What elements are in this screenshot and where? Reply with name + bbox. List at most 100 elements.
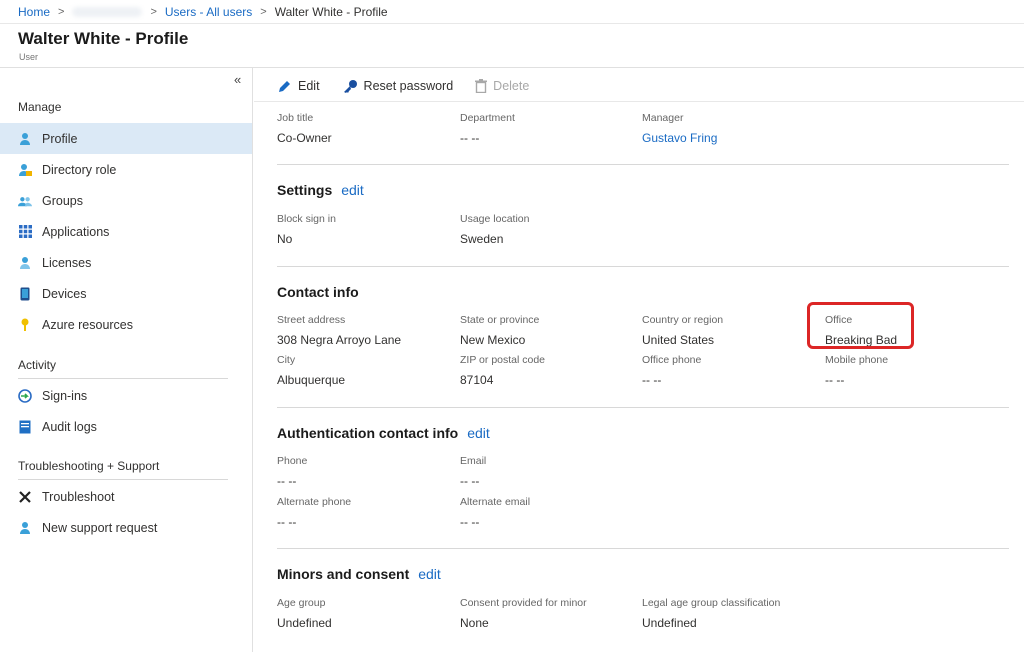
breadcrumb-home-link[interactable]: Home <box>18 5 50 19</box>
sidebar-item-devices[interactable]: Devices <box>0 278 252 309</box>
sidebar-item-audit-logs[interactable]: Audit logs <box>0 411 252 442</box>
support-icon <box>18 521 32 535</box>
edit-button-label: Edit <box>298 79 320 93</box>
auth-contact-heading: Authentication contact info edit <box>277 425 490 441</box>
sidebar-item-applications[interactable]: Applications <box>0 216 252 247</box>
field-value: -- -- <box>642 373 662 387</box>
field-label: Office phone <box>642 354 702 366</box>
state-field: State or province New Mexico <box>460 314 539 347</box>
field-label: Age group <box>277 597 326 609</box>
sidebar-item-troubleshoot[interactable]: Troubleshoot <box>0 481 252 512</box>
field-label: Alternate email <box>460 496 531 508</box>
manager-field: Manager Gustavo Fring <box>642 112 717 145</box>
command-bar-divider <box>254 101 1024 102</box>
sign-ins-icon <box>18 388 32 403</box>
delete-button-label: Delete <box>493 79 530 93</box>
field-label: State or province <box>460 314 540 326</box>
auth-edit-link[interactable]: edit <box>467 425 490 441</box>
chevron-right-icon: > <box>150 5 157 18</box>
groups-icon <box>18 194 32 208</box>
field-label: Manager <box>642 112 684 124</box>
field-label: Legal age group classification <box>642 597 781 609</box>
section-title: Authentication contact info <box>277 425 459 441</box>
block-sign-in-field: Block sign in No <box>277 213 336 246</box>
sidebar-item-azure-resources[interactable]: Azure resources <box>0 309 252 340</box>
section-divider <box>277 164 1009 165</box>
settings-edit-link[interactable]: edit <box>341 182 364 198</box>
sidebar-item-label: Applications <box>42 224 110 239</box>
field-label: Department <box>460 112 515 124</box>
manage-heading: Manage <box>18 100 62 114</box>
field-value: Undefined <box>642 616 697 630</box>
alternate-phone-field: Alternate phone -- -- <box>277 496 351 529</box>
field-label: Email <box>460 455 487 467</box>
sidebar-item-label: Profile <box>42 131 78 146</box>
sidebar-item-new-support-request[interactable]: New support request <box>0 512 252 543</box>
tools-icon <box>18 490 32 504</box>
sidebar-item-licenses[interactable]: Licenses <box>0 247 252 278</box>
field-value: -- -- <box>277 515 297 529</box>
collapse-sidebar-icon[interactable]: « <box>234 72 241 87</box>
field-value: 87104 <box>460 373 494 387</box>
field-label: Alternate phone <box>277 496 352 508</box>
field-label: ZIP or postal code <box>460 354 546 366</box>
field-value: United States <box>642 333 715 347</box>
sidebar-item-profile[interactable]: Profile <box>0 123 252 154</box>
apps-grid-icon <box>18 225 32 239</box>
zip-field: ZIP or postal code 87104 <box>460 354 545 387</box>
activity-heading: Activity <box>18 358 57 372</box>
field-value: Co-Owner <box>277 131 332 145</box>
edit-button[interactable]: Edit <box>277 79 320 94</box>
section-divider <box>18 378 228 379</box>
sidebar-item-label: Audit logs <box>42 419 97 434</box>
field-label: Street address <box>277 314 346 326</box>
field-label: Job title <box>277 112 314 124</box>
sidebar-item-label: Troubleshoot <box>42 489 115 504</box>
manager-link[interactable]: Gustavo Fring <box>642 131 717 145</box>
field-label: Consent provided for minor <box>460 597 587 609</box>
settings-heading: Settings edit <box>277 182 364 198</box>
field-value: New Mexico <box>460 333 526 347</box>
field-label: Phone <box>277 455 308 467</box>
breadcrumb-current: Walter White - Profile <box>274 4 388 19</box>
page-title: Walter White - Profile <box>18 29 189 48</box>
key-icon <box>343 79 357 93</box>
section-divider <box>18 479 228 480</box>
sidebar: « Manage Profile Directory role Groups A… <box>0 68 253 652</box>
page-subtitle: User <box>19 52 39 62</box>
alternate-email-field: Alternate email -- -- <box>460 496 530 529</box>
chevron-right-icon: > <box>260 5 267 18</box>
delete-button[interactable]: Delete <box>475 79 529 93</box>
department-field: Department -- -- <box>460 112 515 145</box>
key-icon <box>18 318 32 332</box>
support-heading: Troubleshooting + Support <box>18 459 160 473</box>
email-field: Email -- -- <box>460 455 486 488</box>
usage-location-field: Usage location Sweden <box>460 213 529 246</box>
reset-password-button[interactable]: Reset password <box>342 79 454 94</box>
field-value: Sweden <box>460 232 504 246</box>
field-value: -- -- <box>460 515 480 529</box>
sidebar-item-label: Sign-ins <box>42 388 88 403</box>
reset-password-label: Reset password <box>363 79 454 93</box>
field-value: 308 Negra Arroyo Lane <box>277 333 402 347</box>
minors-edit-link[interactable]: edit <box>418 566 441 582</box>
mobile-phone-field: Mobile phone -- -- <box>825 354 888 387</box>
field-value: -- -- <box>277 474 297 488</box>
contact-info-heading: Contact info <box>277 284 359 300</box>
user-icon <box>18 132 32 146</box>
field-value: Albuquerque <box>277 373 346 387</box>
breadcrumb-users-link[interactable]: Users - All users <box>165 5 252 19</box>
section-divider <box>277 407 1009 408</box>
phone-field: Phone -- -- <box>277 455 307 488</box>
section-divider <box>277 548 1009 549</box>
sidebar-item-directory-role[interactable]: Directory role <box>0 154 252 185</box>
section-title: Minors and consent <box>277 566 410 582</box>
redacted-breadcrumb-item <box>72 6 143 17</box>
sidebar-item-label: New support request <box>42 520 158 535</box>
field-value: None <box>460 616 489 630</box>
command-bar: Edit Reset password Delete <box>277 75 551 97</box>
sidebar-item-sign-ins[interactable]: Sign-ins <box>0 380 252 411</box>
sidebar-item-label: Groups <box>42 193 83 208</box>
sidebar-item-groups[interactable]: Groups <box>0 185 252 216</box>
minors-consent-heading: Minors and consent edit <box>277 566 441 582</box>
